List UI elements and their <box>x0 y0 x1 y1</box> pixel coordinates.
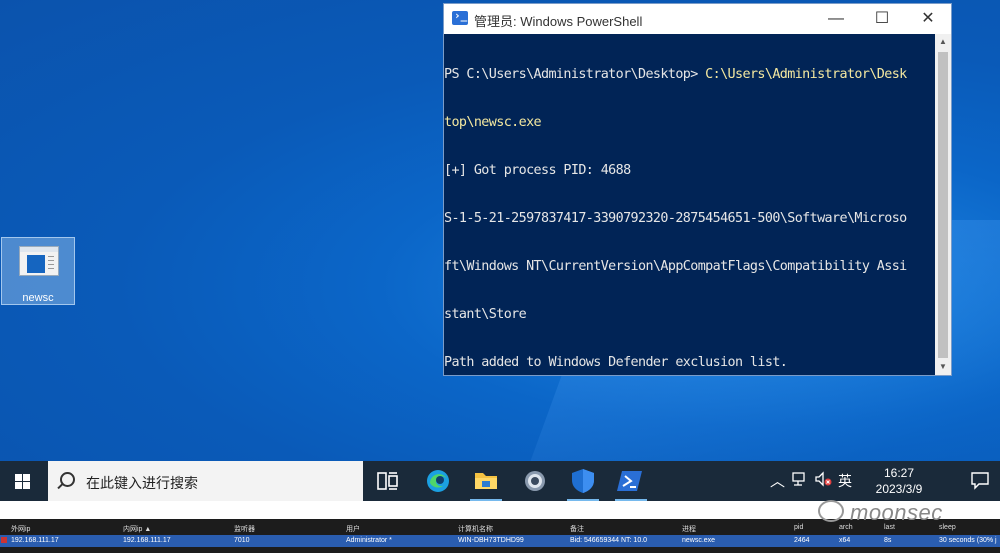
app-window-icon <box>19 246 59 276</box>
header-computer[interactable]: 计算机名称 <box>458 524 493 534</box>
vertical-scrollbar[interactable]: ▲ ▼ <box>935 34 951 375</box>
cell-arch: x64 <box>839 537 851 544</box>
cell-computer: WIN-DBH73TDHD99 <box>458 537 524 544</box>
beacon-icon <box>1 537 7 543</box>
powershell-icon <box>617 471 642 491</box>
scroll-up-icon[interactable]: ▲ <box>935 34 951 50</box>
console-prompt: PS C:\Users\Administrator\Desktop> <box>444 67 706 82</box>
cell-note: Bid: 546659344 NT: 10.0 <box>570 537 648 544</box>
cell-listener: 7010 <box>234 537 250 544</box>
header-process[interactable]: 进程 <box>682 524 696 534</box>
watermark-text: moonsec <box>850 500 943 525</box>
table-row[interactable]: 192.168.111.17 192.168.111.17 7010 Admin… <box>0 535 1000 547</box>
gear-icon <box>525 471 545 491</box>
wechat-logo-icon <box>818 500 844 522</box>
taskbar-file-explorer[interactable] <box>462 461 510 501</box>
edge-icon <box>427 470 449 492</box>
ime-indicator[interactable]: 英 <box>838 471 852 491</box>
desktop-icon-label: newsc <box>22 292 54 304</box>
powershell-icon <box>452 9 468 25</box>
powershell-window[interactable]: 管理员: Windows PowerShell — ☐ ✕ PS C:\User… <box>443 3 952 376</box>
volume-muted-icon[interactable] <box>814 471 832 490</box>
cell-process: newsc.exe <box>682 537 716 544</box>
taskbar-powershell[interactable] <box>607 461 655 501</box>
header-user[interactable]: 用户 <box>346 524 360 534</box>
console-line: [+] Got process PID: 4688 <box>444 163 631 178</box>
start-button[interactable] <box>0 461 46 501</box>
search-placeholder: 在此键入进行搜索 <box>86 475 198 491</box>
taskbar-windows-security[interactable] <box>559 461 607 501</box>
chevron-up-icon[interactable]: ︿ <box>770 470 785 491</box>
taskbar-settings[interactable] <box>511 461 559 501</box>
cell-user: Administrator * <box>346 537 392 544</box>
console-command: C:\Users\Administrator\Desk <box>705 67 907 82</box>
console-line: Path added to Windows Defender exclusion… <box>444 355 788 370</box>
window-titlebar[interactable]: 管理员: Windows PowerShell — ☐ ✕ <box>444 4 951 34</box>
minimize-button[interactable]: — <box>813 4 859 34</box>
taskbar: 在此键入进行搜索 ︿ 英 16:27 2023/3/9 <box>0 461 1000 501</box>
window-title: 管理员: Windows PowerShell <box>474 14 643 29</box>
cell-sleep: 30 seconds (30% j <box>939 537 997 544</box>
header-internal-ip[interactable]: 内网ip ▲ <box>123 524 151 534</box>
folder-icon <box>475 473 497 489</box>
clock-time: 16:27 <box>883 466 915 480</box>
desktop-icon-newsc[interactable]: newsc <box>1 237 75 305</box>
task-view-button[interactable] <box>364 461 412 501</box>
console-line: S-1-5-21-2597837417-3390792320-287545465… <box>444 211 907 226</box>
header-external-ip[interactable]: 外网ip <box>11 524 30 534</box>
console-line: top\newsc.exe <box>444 115 935 131</box>
search-icon <box>60 472 75 487</box>
shield-icon <box>572 469 594 493</box>
maximize-button[interactable]: ☐ <box>859 4 905 34</box>
header-pid[interactable]: pid <box>794 524 803 531</box>
system-tray: ︿ 英 16:27 2023/3/9 <box>760 461 1000 501</box>
scroll-down-icon[interactable]: ▼ <box>935 359 951 375</box>
cell-internal-ip: 192.168.111.17 <box>123 537 171 544</box>
watermark: moonsec <box>818 500 943 526</box>
close-button[interactable]: ✕ <box>905 4 951 34</box>
console-line: stant\Store <box>444 307 527 322</box>
console-line: ft\Windows NT\CurrentVersion\AppCompatFl… <box>444 259 907 274</box>
console-line: PS C:\Users\Administrator\Desktop> C:\Us… <box>444 67 935 83</box>
windows-logo-icon <box>15 474 22 481</box>
cell-external-ip: 192.168.111.17 <box>11 537 59 544</box>
console-output[interactable]: PS C:\Users\Administrator\Desktop> C:\Us… <box>444 34 935 375</box>
header-note[interactable]: 备注 <box>570 524 584 534</box>
taskbar-edge[interactable] <box>414 461 462 501</box>
taskbar-search[interactable]: 在此键入进行搜索 <box>48 461 363 501</box>
clock-date: 2023/3/9 <box>875 482 923 496</box>
taskbar-clock[interactable]: 16:27 2023/3/9 <box>864 465 934 497</box>
console-command: top\newsc.exe <box>444 115 542 130</box>
scrollbar-thumb[interactable] <box>938 52 948 358</box>
network-icon[interactable] <box>792 471 808 490</box>
header-listener[interactable]: 监听器 <box>234 524 255 534</box>
notification-icon[interactable] <box>970 470 990 493</box>
cell-pid: 2464 <box>794 537 810 544</box>
cell-last: 8s <box>884 537 892 544</box>
task-view-icon <box>377 472 398 490</box>
